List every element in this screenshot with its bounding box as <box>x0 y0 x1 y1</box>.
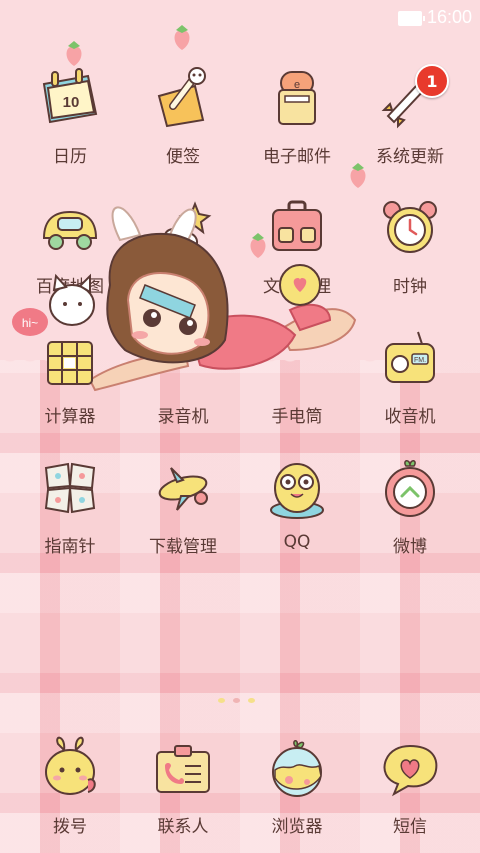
weibo-icon <box>374 452 446 524</box>
dock-contacts[interactable]: 联系人 <box>128 732 238 847</box>
notes-icon <box>147 62 219 134</box>
home-screen: 16:00 10 日历 便签 e 电子邮件 1 系统更新 时钟 hi~ 计算器 … <box>0 0 480 853</box>
phone-bunny-icon <box>34 732 106 804</box>
app-label: 指南针 <box>44 537 96 557</box>
app-label: 计算器 <box>44 407 96 427</box>
app-download-manager[interactable]: 下载管理 <box>128 452 238 567</box>
app-label: 电子邮件 <box>263 147 331 167</box>
app-label: 录音机 <box>157 407 209 427</box>
app-label: 收音机 <box>384 407 436 427</box>
app-radio[interactable]: FM. 收音机 <box>355 322 465 437</box>
app-label: 短信 <box>393 817 427 837</box>
app-label: 时钟 <box>393 277 427 297</box>
page-dot <box>248 698 255 703</box>
app-label: 联系人 <box>157 817 209 837</box>
app-weibo[interactable]: 微博 <box>355 452 465 567</box>
page-dot <box>218 698 225 703</box>
contact-card-icon <box>147 732 219 804</box>
update-count-badge: 1 <box>415 64 449 98</box>
app-label: 手电筒 <box>271 407 323 427</box>
app-system-update[interactable]: 1 系统更新 <box>355 62 465 177</box>
dock-messages[interactable]: 短信 <box>355 732 465 847</box>
app-label: QQ <box>283 532 311 552</box>
app-label: 日历 <box>53 147 87 167</box>
battery-icon <box>398 11 425 26</box>
status-time: 16:00 <box>426 7 472 27</box>
page-dot <box>233 698 240 703</box>
penguin-icon <box>261 452 333 524</box>
recorder-icon <box>147 322 219 394</box>
app-label: 下载管理 <box>149 537 217 557</box>
dock-browser[interactable]: 浏览器 <box>242 732 352 847</box>
dock-dialer[interactable]: 拨号 <box>15 732 125 847</box>
app-compass[interactable]: 指南针 <box>15 452 125 567</box>
mailbox-icon: e <box>261 62 333 134</box>
calculator-icon <box>34 322 106 394</box>
app-label: 系统更新 <box>376 147 444 167</box>
status-bar: 16:00 <box>0 0 480 36</box>
app-flashlight[interactable]: 手电筒 <box>242 322 352 437</box>
app-calculator[interactable]: 计算器 <box>15 322 125 437</box>
app-recorder[interactable]: 录音机 <box>128 322 238 437</box>
app-notes[interactable]: 便签 <box>128 62 238 177</box>
app-label: 拨号 <box>53 817 87 837</box>
flashlight-icon <box>261 322 333 394</box>
app-email[interactable]: e 电子邮件 <box>242 62 352 177</box>
page-indicator <box>218 698 255 703</box>
globe-icon <box>261 732 333 804</box>
app-label: 便签 <box>166 147 200 167</box>
calendar-icon: 10 <box>34 62 106 134</box>
airplane-icon <box>147 452 219 524</box>
app-qq[interactable]: QQ <box>242 452 352 567</box>
compass-icon <box>34 452 106 524</box>
svg-text:e: e <box>294 79 300 91</box>
app-label: 微博 <box>393 537 427 557</box>
radio-fm-text: FM. <box>414 357 426 364</box>
heart-bubble-icon <box>374 732 446 804</box>
calendar-day: 10 <box>63 94 80 111</box>
app-calendar[interactable]: 10 日历 <box>15 62 125 177</box>
radio-icon: FM. <box>374 322 446 394</box>
app-label: 浏览器 <box>271 817 323 837</box>
